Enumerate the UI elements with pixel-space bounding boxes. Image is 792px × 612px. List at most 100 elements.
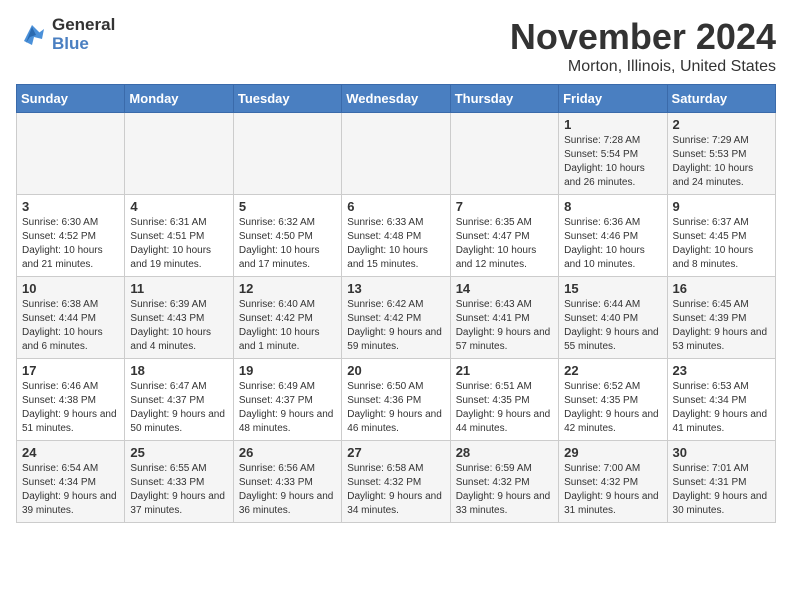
calendar-cell: 28 Sunrise: 6:59 AM Sunset: 4:32 PM Dayli… bbox=[450, 441, 558, 523]
day-number: 24 bbox=[22, 445, 119, 460]
calendar-cell: 7Sunrise: 6:35 AM Sunset: 4:47 PM Daylig… bbox=[450, 195, 558, 277]
day-info: Sunrise: 6:38 AM Sunset: 4:44 PM Dayligh… bbox=[22, 298, 119, 354]
calendar-cell: 19Sunrise: 6:49 AM Sunset: 4:37 PM Dayli… bbox=[233, 359, 341, 441]
calendar-cell: 24Sunrise: 6:54 AM Sunset: 4:34 PM Dayli… bbox=[17, 441, 125, 523]
title-block: November 2024 Morton, Illinois, United S… bbox=[510, 16, 776, 76]
day-info: Sunrise: 6:31 AM Sunset: 4:51 PM Dayligh… bbox=[130, 216, 227, 272]
day-info: Sunrise: 7:28 AM Sunset: 5:54 PM Dayligh… bbox=[564, 134, 661, 190]
calendar-cell: 17 Sunrise: 6:46 AM Sunset: 4:38 PM Dayli… bbox=[17, 359, 125, 441]
day-number: 29 bbox=[564, 445, 661, 460]
day-number: 10 bbox=[22, 281, 119, 296]
day-info: Sunrise: 6:53 AM Sunset: 4:34 PM Dayligh… bbox=[673, 380, 770, 436]
day-info: Sunrise: 6:56 AM Sunset: 4:33 PM Dayligh… bbox=[239, 462, 336, 518]
calendar-cell: 9 Sunrise: 6:37 AM Sunset: 4:45 PM Daylig… bbox=[667, 195, 775, 277]
day-number: 6 bbox=[347, 199, 444, 214]
logo-icon bbox=[16, 21, 48, 49]
calendar-cell: 23 Sunrise: 6:53 AM Sunset: 4:34 PM Dayli… bbox=[667, 359, 775, 441]
calendar-cell: 15 Sunrise: 6:44 AM Sunset: 4:40 PM Dayli… bbox=[559, 277, 667, 359]
day-info: Sunrise: 6:59 AM Sunset: 4:32 PM Dayligh… bbox=[456, 462, 553, 518]
day-number: 17 bbox=[22, 363, 119, 378]
calendar-cell: 1 Sunrise: 7:28 AM Sunset: 5:54 PM Daylig… bbox=[559, 113, 667, 195]
calendar-cell: 11Sunrise: 6:39 AM Sunset: 4:43 PM Dayli… bbox=[125, 277, 233, 359]
calendar-body: 1 Sunrise: 7:28 AM Sunset: 5:54 PM Daylig… bbox=[17, 113, 776, 523]
day-number: 11 bbox=[130, 281, 227, 296]
calendar-cell bbox=[342, 113, 450, 195]
calendar-subtitle: Morton, Illinois, United States bbox=[510, 58, 776, 76]
day-number: 18 bbox=[130, 363, 227, 378]
day-number: 23 bbox=[673, 363, 770, 378]
day-info: Sunrise: 7:00 AM Sunset: 4:32 PM Dayligh… bbox=[564, 462, 661, 518]
day-info: Sunrise: 6:55 AM Sunset: 4:33 PM Dayligh… bbox=[130, 462, 227, 518]
day-number: 20 bbox=[347, 363, 444, 378]
day-number: 16 bbox=[673, 281, 770, 296]
day-info: Sunrise: 6:35 AM Sunset: 4:47 PM Dayligh… bbox=[456, 216, 553, 272]
calendar-cell: 13Sunrise: 6:42 AM Sunset: 4:42 PM Dayli… bbox=[342, 277, 450, 359]
calendar-cell: 2 Sunrise: 7:29 AM Sunset: 5:53 PM Daylig… bbox=[667, 113, 775, 195]
day-number: 22 bbox=[564, 363, 661, 378]
calendar-cell: 18 Sunrise: 6:47 AM Sunset: 4:37 PM Dayli… bbox=[125, 359, 233, 441]
calendar-week-3: 17 Sunrise: 6:46 AM Sunset: 4:38 PM Dayli… bbox=[17, 359, 776, 441]
calendar-title: November 2024 bbox=[510, 16, 776, 58]
header-sunday: Sunday bbox=[17, 85, 125, 113]
day-number: 27 bbox=[347, 445, 444, 460]
day-info: Sunrise: 6:52 AM Sunset: 4:35 PM Dayligh… bbox=[564, 380, 661, 436]
calendar-cell: 29 Sunrise: 7:00 AM Sunset: 4:32 PM Dayli… bbox=[559, 441, 667, 523]
calendar-cell: 22 Sunrise: 6:52 AM Sunset: 4:35 PM Dayli… bbox=[559, 359, 667, 441]
day-number: 1 bbox=[564, 117, 661, 132]
calendar-table: Sunday Monday Tuesday Wednesday Thursday… bbox=[16, 84, 776, 523]
day-info: Sunrise: 6:44 AM Sunset: 4:40 PM Dayligh… bbox=[564, 298, 661, 354]
day-number: 12 bbox=[239, 281, 336, 296]
day-number: 8 bbox=[564, 199, 661, 214]
day-info: Sunrise: 6:47 AM Sunset: 4:37 PM Dayligh… bbox=[130, 380, 227, 436]
calendar-cell: 21 Sunrise: 6:51 AM Sunset: 4:35 PM Dayli… bbox=[450, 359, 558, 441]
day-number: 25 bbox=[130, 445, 227, 460]
day-number: 4 bbox=[130, 199, 227, 214]
day-number: 15 bbox=[564, 281, 661, 296]
day-info: Sunrise: 6:45 AM Sunset: 4:39 PM Dayligh… bbox=[673, 298, 770, 354]
day-number: 14 bbox=[456, 281, 553, 296]
day-number: 30 bbox=[673, 445, 770, 460]
calendar-cell bbox=[125, 113, 233, 195]
day-info: Sunrise: 6:40 AM Sunset: 4:42 PM Dayligh… bbox=[239, 298, 336, 354]
day-number: 21 bbox=[456, 363, 553, 378]
calendar-cell bbox=[233, 113, 341, 195]
header-wednesday: Wednesday bbox=[342, 85, 450, 113]
calendar-cell: 4 Sunrise: 6:31 AM Sunset: 4:51 PM Daylig… bbox=[125, 195, 233, 277]
day-info: Sunrise: 6:50 AM Sunset: 4:36 PM Dayligh… bbox=[347, 380, 444, 436]
calendar-week-2: 10 Sunrise: 6:38 AM Sunset: 4:44 PM Dayli… bbox=[17, 277, 776, 359]
calendar-cell: 30 Sunrise: 7:01 AM Sunset: 4:31 PM Dayli… bbox=[667, 441, 775, 523]
day-number: 13 bbox=[347, 281, 444, 296]
header: General Blue November 2024 Morton, Illin… bbox=[16, 16, 776, 76]
calendar-cell bbox=[17, 113, 125, 195]
day-number: 5 bbox=[239, 199, 336, 214]
calendar-week-0: 1 Sunrise: 7:28 AM Sunset: 5:54 PM Daylig… bbox=[17, 113, 776, 195]
day-number: 26 bbox=[239, 445, 336, 460]
day-info: Sunrise: 6:37 AM Sunset: 4:45 PM Dayligh… bbox=[673, 216, 770, 272]
day-info: Sunrise: 6:49 AM Sunset: 4:37 PM Dayligh… bbox=[239, 380, 336, 436]
logo-general: General bbox=[52, 16, 115, 35]
logo: General Blue bbox=[16, 16, 115, 53]
day-info: Sunrise: 6:33 AM Sunset: 4:48 PM Dayligh… bbox=[347, 216, 444, 272]
day-info: Sunrise: 7:01 AM Sunset: 4:31 PM Dayligh… bbox=[673, 462, 770, 518]
calendar-week-1: 3Sunrise: 6:30 AM Sunset: 4:52 PM Daylig… bbox=[17, 195, 776, 277]
header-monday: Monday bbox=[125, 85, 233, 113]
day-info: Sunrise: 7:29 AM Sunset: 5:53 PM Dayligh… bbox=[673, 134, 770, 190]
calendar-cell: 20 Sunrise: 6:50 AM Sunset: 4:36 PM Dayli… bbox=[342, 359, 450, 441]
calendar-header-row: Sunday Monday Tuesday Wednesday Thursday… bbox=[17, 85, 776, 113]
day-number: 2 bbox=[673, 117, 770, 132]
day-info: Sunrise: 6:46 AM Sunset: 4:38 PM Dayligh… bbox=[22, 380, 119, 436]
day-number: 9 bbox=[673, 199, 770, 214]
calendar-week-4: 24Sunrise: 6:54 AM Sunset: 4:34 PM Dayli… bbox=[17, 441, 776, 523]
header-tuesday: Tuesday bbox=[233, 85, 341, 113]
calendar-cell: 27Sunrise: 6:58 AM Sunset: 4:32 PM Dayli… bbox=[342, 441, 450, 523]
day-number: 28 bbox=[456, 445, 553, 460]
calendar-cell: 6 Sunrise: 6:33 AM Sunset: 4:48 PM Daylig… bbox=[342, 195, 450, 277]
calendar-cell bbox=[450, 113, 558, 195]
day-info: Sunrise: 6:36 AM Sunset: 4:46 PM Dayligh… bbox=[564, 216, 661, 272]
calendar-cell: 8 Sunrise: 6:36 AM Sunset: 4:46 PM Daylig… bbox=[559, 195, 667, 277]
calendar-cell: 26 Sunrise: 6:56 AM Sunset: 4:33 PM Dayli… bbox=[233, 441, 341, 523]
day-info: Sunrise: 6:51 AM Sunset: 4:35 PM Dayligh… bbox=[456, 380, 553, 436]
calendar-cell: 3Sunrise: 6:30 AM Sunset: 4:52 PM Daylig… bbox=[17, 195, 125, 277]
calendar-cell: 25 Sunrise: 6:55 AM Sunset: 4:33 PM Dayli… bbox=[125, 441, 233, 523]
day-info: Sunrise: 6:43 AM Sunset: 4:41 PM Dayligh… bbox=[456, 298, 553, 354]
